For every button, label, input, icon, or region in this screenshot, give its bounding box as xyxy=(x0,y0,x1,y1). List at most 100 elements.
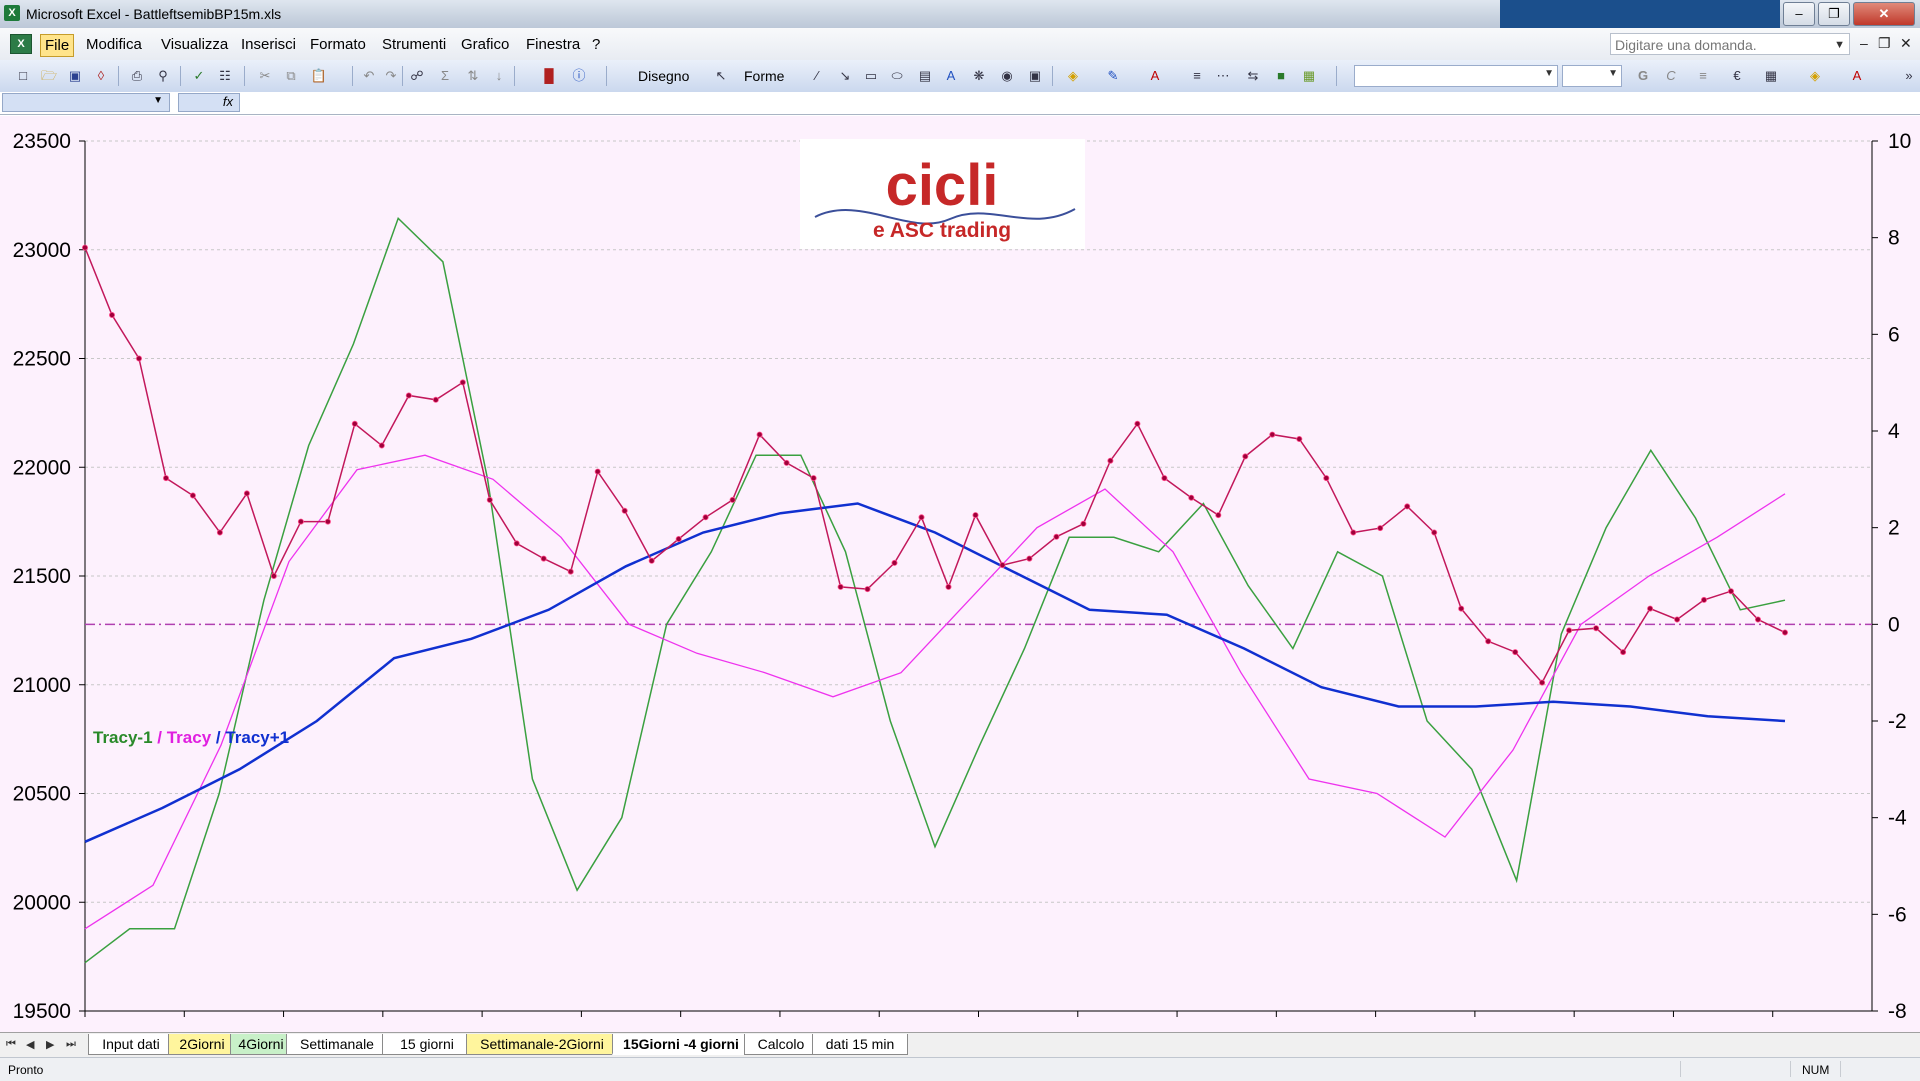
price-point xyxy=(702,514,709,521)
research-icon[interactable]: ☷ xyxy=(216,67,234,85)
chevron-down-icon[interactable]: ▼ xyxy=(1834,34,1845,56)
chart-area[interactable]: 23500 23000 22500 22000 21500 21000 20500 20000… xyxy=(0,116,1920,1032)
picture-icon[interactable]: ▣ xyxy=(1026,67,1044,85)
chevron-down-icon[interactable]: ▼ xyxy=(1608,68,1618,79)
arrow-icon[interactable]: ↘ xyxy=(836,67,854,85)
menu-help[interactable]: ? xyxy=(588,34,604,55)
rectangle-icon[interactable]: ▭ xyxy=(862,67,880,85)
status-divider xyxy=(1790,1061,1791,1077)
help-icon[interactable]: ⓘ xyxy=(570,67,588,85)
print-preview-icon[interactable]: ⚲ xyxy=(154,67,172,85)
sort-desc-icon[interactable]: ↓ xyxy=(490,67,508,85)
sheet-tab[interactable]: Calcolo xyxy=(744,1034,818,1055)
doc-close-button[interactable]: ✕ xyxy=(1900,35,1912,52)
price-point xyxy=(972,512,979,519)
next-sheet-icon[interactable]: ▶ xyxy=(46,1038,54,1051)
prev-sheet-icon[interactable]: ◀ xyxy=(26,1038,34,1051)
redo-icon[interactable]: ↷ xyxy=(382,67,400,85)
menu-strumenti[interactable]: Strumenti xyxy=(378,34,450,55)
workbook-icon[interactable]: X xyxy=(10,34,32,54)
insert-function-icon[interactable]: fx xyxy=(178,93,240,112)
chevron-down-icon[interactable]: ▼ xyxy=(153,95,163,106)
autosum-icon[interactable]: Σ xyxy=(436,67,454,85)
cut-icon[interactable]: ✂ xyxy=(256,67,274,85)
line-chart[interactable]: 23500 23000 22500 22000 21500 21000 20500 20000… xyxy=(0,116,1920,1032)
toolbar-options-icon[interactable]: » xyxy=(1900,67,1918,85)
dash-style-icon[interactable]: ⋯ xyxy=(1214,67,1232,85)
line-icon[interactable]: ∕ xyxy=(808,67,826,85)
doc-minimize-button[interactable]: – xyxy=(1860,35,1868,51)
menu-formato[interactable]: Formato xyxy=(306,34,370,55)
copy-icon[interactable]: ⧉ xyxy=(282,67,300,85)
menu-file[interactable]: File xyxy=(40,34,75,57)
sheet-tab[interactable]: 2Giorni xyxy=(168,1034,236,1055)
maximize-button[interactable]: ❐ xyxy=(1818,2,1850,26)
italic-icon[interactable]: C xyxy=(1662,67,1680,85)
last-sheet-icon[interactable]: ⏭ xyxy=(66,1038,76,1051)
textbox-icon[interactable]: ▤ xyxy=(916,67,934,85)
oval-icon[interactable]: ⬭ xyxy=(888,67,906,85)
sheet-tab[interactable]: 15Giorni -4 giorni xyxy=(612,1034,750,1055)
y-axis-tick-label-left: 19500 xyxy=(13,1000,71,1023)
name-box[interactable]: ▼ xyxy=(2,93,170,112)
shadow-icon[interactable]: ■ xyxy=(1272,67,1290,85)
undo-icon[interactable]: ↶ xyxy=(360,67,378,85)
title-bar: X Microsoft Excel - BattleftsemibBP15m.x… xyxy=(0,0,1920,29)
menu-visualizza[interactable]: Visualizza xyxy=(157,34,232,55)
select-objects-icon[interactable]: ↖ xyxy=(712,67,730,85)
price-point xyxy=(216,529,223,536)
excel-icon[interactable]: X xyxy=(4,5,20,21)
clipart-icon[interactable]: ◉ xyxy=(998,67,1016,85)
bold-icon[interactable]: G xyxy=(1634,67,1652,85)
save-icon[interactable]: ▣ xyxy=(66,67,84,85)
diagram-icon[interactable]: ❋ xyxy=(970,67,988,85)
sheet-tab[interactable]: Settimanale-2Giorni xyxy=(466,1034,618,1055)
borders-icon[interactable]: ▦ xyxy=(1762,67,1780,85)
toolbar-separator xyxy=(352,66,353,86)
toolbar-separator xyxy=(244,66,245,86)
euro-icon[interactable]: € xyxy=(1728,67,1746,85)
chart-wizard-icon[interactable]: █ xyxy=(540,67,558,85)
line-color-icon[interactable]: ✎ xyxy=(1104,67,1122,85)
open-folder-icon[interactable]: 🗁 xyxy=(40,67,58,85)
doc-restore-button[interactable]: ❐ xyxy=(1878,35,1891,52)
hyperlink-icon[interactable]: ☍ xyxy=(408,67,426,85)
fill-color-icon[interactable]: ◈ xyxy=(1064,67,1082,85)
menu-inserisci[interactable]: Inserisci xyxy=(237,34,300,55)
minimize-button[interactable]: – xyxy=(1783,2,1815,26)
forme-menu[interactable]: Forme xyxy=(744,68,784,84)
arrow-style-icon[interactable]: ⇆ xyxy=(1244,67,1262,85)
print-icon[interactable]: ⎙ xyxy=(128,67,146,85)
paste-icon[interactable]: 📋 xyxy=(310,67,328,85)
chart-legend: Tracy-1 / Tracy / Tracy+1 xyxy=(93,728,289,747)
ask-question-box[interactable]: Digitare una domanda. ▼ xyxy=(1610,33,1850,55)
sheet-tab[interactable]: Settimanale xyxy=(286,1034,388,1055)
sheet-tab[interactable]: 4Giorni xyxy=(230,1034,292,1055)
menu-finestra[interactable]: Finestra xyxy=(522,34,584,55)
line-style-icon[interactable]: ≡ xyxy=(1188,67,1206,85)
sort-icon[interactable]: ⇅ xyxy=(464,67,482,85)
font-color-icon[interactable]: A xyxy=(1146,67,1164,85)
font-color-icon-2[interactable]: A xyxy=(1848,67,1866,85)
menu-modifica[interactable]: Modifica xyxy=(82,34,146,55)
fill-color-icon-2[interactable]: ◈ xyxy=(1806,67,1824,85)
spelling-icon[interactable]: ✓ xyxy=(190,67,208,85)
sheet-tab[interactable]: dati 15 min xyxy=(812,1034,908,1055)
menu-grafico[interactable]: Grafico xyxy=(457,34,513,55)
font-size-combo[interactable]: ▼ xyxy=(1562,65,1622,87)
permission-icon[interactable]: ◊ xyxy=(92,67,110,85)
3d-icon[interactable]: ▦ xyxy=(1300,67,1318,85)
sheet-tab[interactable]: 15 giorni xyxy=(382,1034,472,1055)
close-button[interactable]: ✕ xyxy=(1853,2,1915,26)
new-file-icon[interactable]: □ xyxy=(14,67,32,85)
sheet-tab[interactable]: Input dati xyxy=(88,1034,174,1055)
chart-background xyxy=(0,116,1920,1032)
chevron-down-icon[interactable]: ▼ xyxy=(1544,68,1554,79)
align-icon[interactable]: ≡ xyxy=(1694,67,1712,85)
price-point xyxy=(459,379,466,386)
first-sheet-icon[interactable]: ⏮ xyxy=(6,1038,16,1051)
wordart-icon[interactable]: A xyxy=(942,67,960,85)
disegno-menu[interactable]: Disegno xyxy=(638,68,689,84)
toolbar-separator xyxy=(1336,66,1337,86)
font-name-combo[interactable]: ▼ xyxy=(1354,65,1558,87)
